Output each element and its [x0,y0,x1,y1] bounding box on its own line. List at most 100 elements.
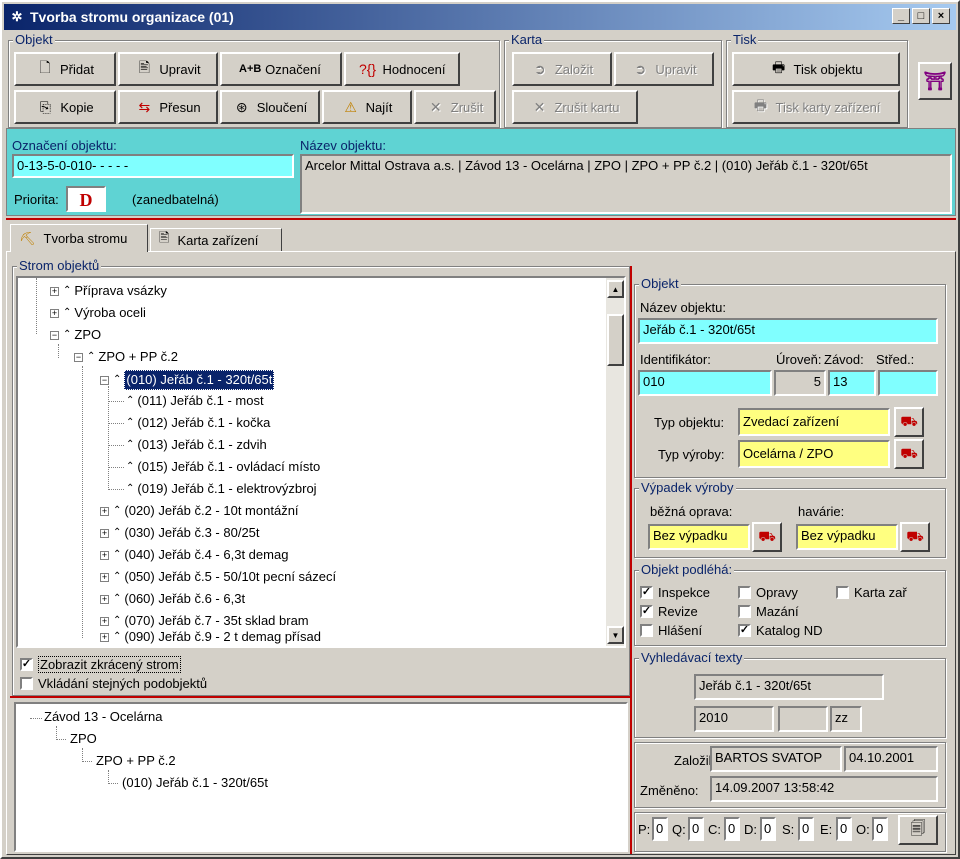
tree-guide [82,761,92,762]
tab-karta-zarizeni[interactable]: 🖹 Karta zařízení [150,228,282,252]
edit-button[interactable]: 🖹 Upravit [118,52,218,86]
checkbox-unchecked [836,586,849,599]
priorita-field[interactable]: D [66,186,106,212]
stred-field[interactable] [878,370,938,396]
expand-icon: + [50,307,59,318]
path-tree[interactable]: Závod 13 - Ocelárna ZPO ZPO + PP č.2 (01… [14,702,628,852]
print-object-button[interactable]: 🖶 Tisk objektu [732,52,900,86]
search-text-4-field[interactable]: zz [830,706,862,732]
lookup-icon: ⛟ [900,444,918,461]
tree-node[interactable]: + ⌃ (050) Jeřáb č.5 - 50/10t pecní sázecí [100,568,336,586]
minimize-button[interactable]: _ [892,8,910,24]
havarie-lookup-button[interactable]: ⛟ [900,522,930,552]
tree-node[interactable]: + ⌃ (030) Jeřáb č.3 - 80/25t [100,524,260,542]
add-button[interactable]: 🗋 Přidat [14,52,116,86]
copy-button[interactable]: ⎘ Kopie [14,90,116,124]
scroll-down-button[interactable]: ▼ [607,626,624,644]
find-button[interactable]: ⚠ Najít [322,90,412,124]
tab-tvorba-stromu[interactable]: ⛏ Tvorba stromu [10,224,148,252]
checkbox-checked: ✓ [20,658,33,671]
typ-vyroby-field[interactable]: Ocelárna / ZPO [738,440,890,468]
caret-icon: ⌃ [63,285,72,296]
path-node[interactable]: ZPO + PP č.2 [96,752,176,770]
caret-icon: ⌃ [63,307,72,318]
zalozil-label: Založil: [674,753,716,768]
oznaceni-field[interactable]: 0-13-5-0-010- - - - - [12,154,294,178]
counter-s-label: S: [782,822,795,837]
oznaceni-button[interactable]: A+B Označení [220,52,342,86]
search-text-2-field[interactable]: 2010 [694,706,774,732]
tree-node[interactable]: − ⌃ ZPO + PP č.2 [74,348,178,366]
counter-d-field[interactable]: 0 [760,817,776,841]
move-button[interactable]: ⇆ Přesun [118,90,218,124]
zkraceny-strom-checkbox[interactable]: ✓ Zobrazit zkrácený strom [20,656,181,673]
search-text-1-field[interactable]: Jeřáb č.1 - 320t/65t [694,674,884,700]
zalozil-date-field[interactable]: 04.10.2001 [844,746,938,772]
identifikator-field[interactable]: 010 [638,370,772,396]
tree-node[interactable]: ⌃ (013) Jeřáb č.1 - zdvih [126,436,267,454]
zalozit-button[interactable]: ➲ Založit [512,52,612,86]
zavod-field[interactable]: 13 [828,370,876,396]
scroll-up-button[interactable]: ▲ [607,280,624,298]
tree-node[interactable]: ⌃ (019) Jeřáb č.1 - elektrovýzbroj [126,480,317,498]
delete-button[interactable]: ✕ Zrušit [414,90,496,124]
scroll-thumb[interactable] [607,314,624,366]
path-node[interactable]: ZPO [70,730,97,748]
uroven-field[interactable]: 5 [774,370,826,396]
podleha-title: Objekt podléhá: [639,562,735,577]
tree-node[interactable]: + ⌃ (060) Jeřáb č.6 - 6,3t [100,590,245,608]
tree-node[interactable]: + ⌃ (020) Jeřáb č.2 - 10t montážní [100,502,299,520]
path-node[interactable]: (010) Jeřáb č.1 - 320t/65t [122,774,268,792]
object-tree[interactable]: + ⌃ Příprava vsázky + ⌃ Výroba oceli − ⌃ ZPO −… [16,276,626,648]
typ-objektu-lookup-button[interactable]: ⛟ [894,407,924,437]
counter-o-field[interactable]: 0 [872,817,888,841]
zalozil-field[interactable]: BARTOS SVATOP [710,746,842,772]
zrusit-kartu-button[interactable]: ✕ Zrušit kartu [512,90,638,124]
typ-objektu-field[interactable]: Zvedací zařízení [738,408,890,436]
katalog-nd-checkbox[interactable]: ✓ Katalog ND [738,623,822,638]
zmeneno-field[interactable]: 14.09.2007 13:58:42 [710,776,938,802]
typ-vyroby-lookup-button[interactable]: ⛟ [894,439,924,469]
tree-node[interactable]: + ⌃ (090) Jeřáb č.9 - 2 t demag přísad [100,628,321,646]
counter-q-field[interactable]: 0 [688,817,704,841]
vkladani-checkbox[interactable]: Vkládání stejných podobjektů [20,676,207,691]
tree-node[interactable]: ⌃ (012) Jeřáb č.1 - kočka [126,414,270,432]
bezna-oprava-lookup-button[interactable]: ⛟ [752,522,782,552]
counter-s-field[interactable]: 0 [798,817,814,841]
mazani-checkbox[interactable]: Mazání [738,604,799,619]
vertical-separator [630,266,632,854]
nazev-field[interactable]: Arcelor Mittal Ostrava a.s. | Závod 13 -… [300,154,952,214]
opravy-checkbox[interactable]: Opravy [738,585,798,600]
tree-node[interactable]: + ⌃ Výroba oceli [50,304,146,322]
counters-detail-button[interactable]: 🗐 [898,815,938,845]
path-node[interactable]: Závod 13 - Ocelárna [44,708,163,726]
tree-node-selected[interactable]: − ⌃ (010) Jeřáb č.1 - 320t/65t [100,370,275,390]
caret-icon: ⌃ [113,374,122,385]
hlaseni-checkbox[interactable]: Hlášení [640,623,702,638]
hodnoceni-button[interactable]: ?{} Hodnocení [344,52,460,86]
search-text-3-field[interactable] [778,706,828,732]
tree-node[interactable]: + ⌃ Příprava vsázky [50,282,167,300]
inspekce-checkbox[interactable]: ✓ Inspekce [640,585,710,600]
karta-edit-button[interactable]: ➲ Upravit [614,52,714,86]
merge-icon: ⊛ [235,98,248,115]
counter-e-field[interactable]: 0 [836,817,852,841]
merge-button[interactable]: ⊛ Sloučení [220,90,320,124]
tree-node[interactable]: + ⌃ (040) Jeřáb č.4 - 6,3t demag [100,546,288,564]
havarie-field[interactable]: Bez výpadku [796,524,898,550]
caret-icon: ⌃ [126,439,135,450]
nazev-objektu-field[interactable]: Jeřáb č.1 - 320t/65t [638,318,938,344]
tree-node[interactable]: ⌃ (011) Jeřáb č.1 - most [126,392,264,410]
print-card-button[interactable]: 🖶 Tisk karty zařízení [732,90,900,124]
tree-node[interactable]: − ⌃ ZPO [50,326,101,344]
counter-c-field[interactable]: 0 [724,817,740,841]
close-button[interactable]: × [932,8,950,24]
counter-p-field[interactable]: 0 [652,817,668,841]
tree-node[interactable]: ⌃ (015) Jeřáb č.1 - ovládací místo [126,458,320,476]
maximize-button[interactable]: □ [912,8,930,24]
counter-o-label: O: [856,822,870,837]
exit-button[interactable]: ⛩ [918,62,952,100]
karta-zar-checkbox[interactable]: Karta zař [836,585,907,600]
revize-checkbox[interactable]: ✓ Revize [640,604,698,619]
bezna-oprava-field[interactable]: Bez výpadku [648,524,750,550]
